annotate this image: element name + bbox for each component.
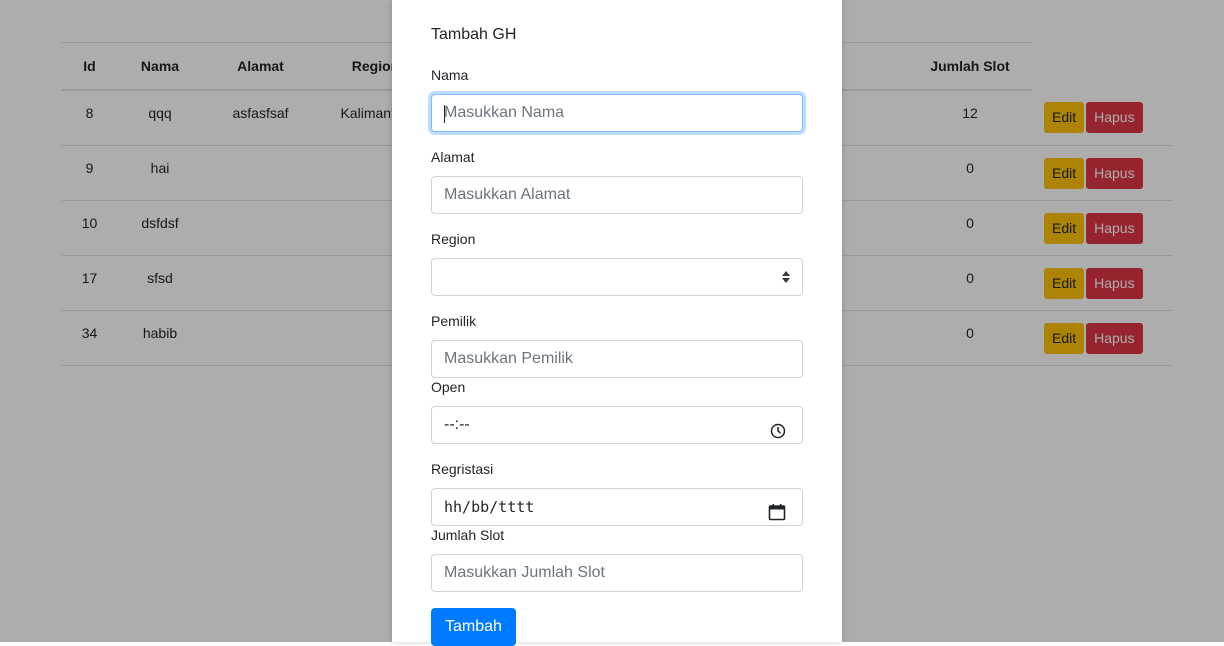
- registrasi-date-value: hh/bb/tttt: [444, 498, 535, 516]
- registrasi-label: Regristasi: [431, 461, 494, 477]
- nama-label: Nama: [431, 67, 469, 83]
- tambah-gh-modal: Tambah GH Nama Masukkan Nama Alamat Masu…: [392, 0, 842, 646]
- alamat-label: Alamat: [431, 149, 475, 165]
- calendar-icon[interactable]: [768, 499, 786, 535]
- nama-input[interactable]: Masukkan Nama: [431, 94, 803, 132]
- clock-icon[interactable]: [770, 417, 786, 453]
- jumlah-slot-input[interactable]: Masukkan Jumlah Slot: [431, 554, 803, 592]
- tambah-button[interactable]: Tambah: [431, 608, 516, 646]
- pemilik-placeholder: Masukkan Pemilik: [444, 350, 573, 367]
- open-time-input[interactable]: --:--: [431, 406, 803, 444]
- jumlah-slot-label: Jumlah Slot: [431, 527, 505, 543]
- nama-placeholder: Masukkan Nama: [444, 104, 565, 121]
- alamat-placeholder: Masukkan Alamat: [444, 186, 571, 203]
- registrasi-date-input[interactable]: hh/bb/tttt: [431, 488, 803, 526]
- region-label: Region: [431, 231, 476, 247]
- pemilik-input[interactable]: Masukkan Pemilik: [431, 340, 803, 378]
- region-select[interactable]: [431, 258, 803, 296]
- open-label: Open: [431, 379, 466, 395]
- modal-title: Tambah GH: [431, 26, 517, 43]
- alamat-input[interactable]: Masukkan Alamat: [431, 176, 803, 214]
- select-arrows-icon: [782, 271, 790, 283]
- pemilik-label: Pemilik: [431, 313, 477, 329]
- text-cursor: [444, 105, 445, 123]
- open-time-value: --:--: [444, 416, 470, 433]
- jumlah-slot-placeholder: Masukkan Jumlah Slot: [444, 564, 605, 581]
